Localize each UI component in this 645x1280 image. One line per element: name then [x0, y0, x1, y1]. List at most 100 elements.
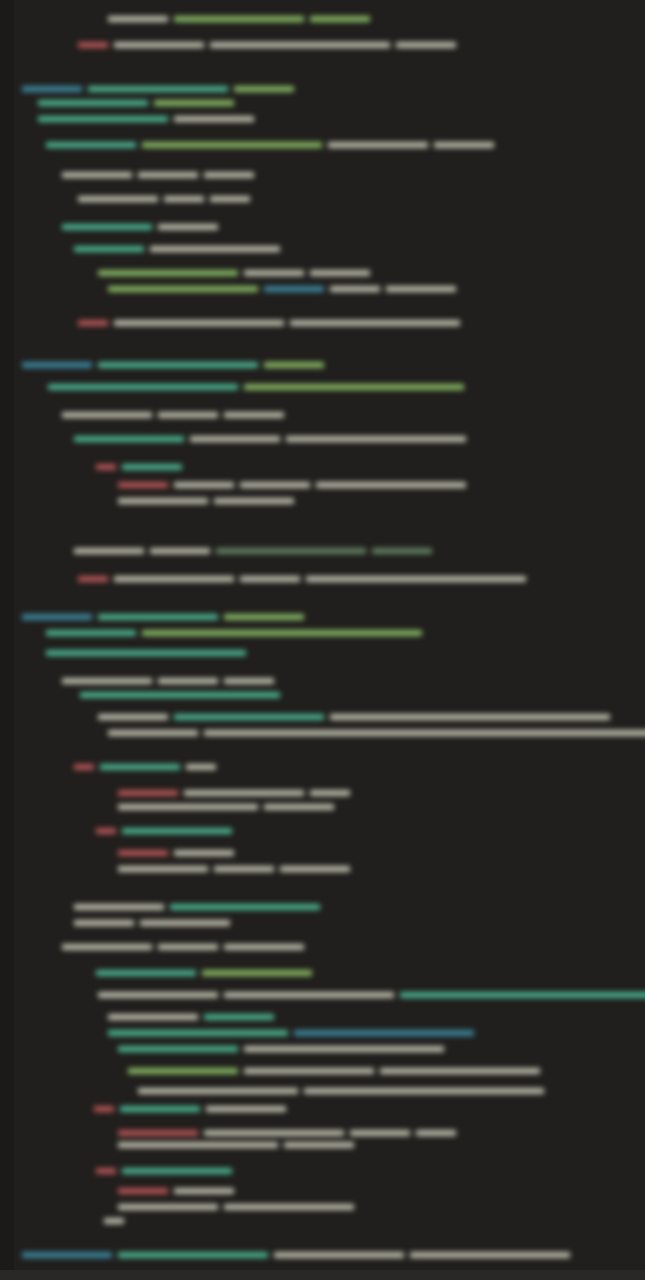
code-line: [80, 690, 280, 700]
code-token: [46, 650, 246, 656]
code-token: [38, 100, 148, 106]
code-token: [240, 576, 300, 582]
code-editor: [0, 0, 645, 1280]
code-line: [98, 712, 610, 722]
blurred-code-content: [18, 0, 645, 1280]
code-line: [74, 546, 432, 556]
code-line: [48, 382, 464, 392]
code-token: [164, 196, 204, 202]
code-token: [138, 172, 198, 178]
code-token: [214, 866, 274, 872]
code-token: [98, 992, 218, 998]
code-token: [150, 548, 210, 554]
code-line: [46, 648, 246, 658]
code-line: [118, 788, 350, 798]
code-line: [74, 434, 466, 444]
code-token: [108, 730, 198, 736]
code-token: [304, 1088, 544, 1094]
code-token: [280, 866, 350, 872]
code-token: [158, 944, 218, 950]
code-token: [62, 224, 152, 230]
code-line: [94, 1104, 286, 1114]
code-token: [310, 16, 370, 22]
code-token: [96, 464, 116, 470]
code-line: [62, 410, 284, 420]
code-token: [286, 436, 466, 442]
code-token: [372, 548, 432, 554]
code-token: [328, 142, 428, 148]
code-line: [22, 1250, 570, 1260]
code-token: [330, 714, 610, 720]
code-token: [410, 1252, 570, 1258]
code-token: [104, 1218, 124, 1224]
code-token: [78, 196, 158, 202]
code-token: [118, 1046, 238, 1052]
code-token: [380, 1068, 540, 1074]
code-token: [310, 270, 370, 276]
code-token: [62, 172, 132, 178]
code-token: [96, 1168, 116, 1174]
code-token: [74, 548, 144, 554]
code-token: [62, 678, 152, 684]
code-token: [38, 116, 168, 122]
code-token: [114, 42, 204, 48]
code-token: [118, 850, 168, 856]
code-token: [306, 576, 526, 582]
code-line: [78, 194, 250, 204]
code-token: [350, 1130, 410, 1136]
code-token: [118, 1142, 278, 1148]
code-line: [96, 826, 232, 836]
code-token: [120, 1106, 200, 1112]
code-line: [108, 1012, 274, 1022]
code-token: [204, 1130, 344, 1136]
code-token: [122, 828, 232, 834]
code-token: [118, 804, 258, 810]
code-line: [118, 848, 234, 858]
code-token: [434, 142, 494, 148]
code-line: [74, 244, 280, 254]
code-token: [396, 42, 456, 48]
code-token: [204, 172, 254, 178]
code-token: [118, 1130, 198, 1136]
code-line: [78, 574, 526, 584]
code-token: [128, 1068, 238, 1074]
code-token: [74, 920, 134, 926]
code-token: [118, 1204, 218, 1210]
code-line: [22, 612, 304, 622]
code-token: [204, 730, 645, 736]
code-line: [108, 284, 456, 294]
code-token: [158, 224, 218, 230]
code-token: [108, 1030, 288, 1036]
code-token: [264, 286, 324, 292]
bottom-strip: [0, 1270, 645, 1280]
code-token: [118, 1188, 168, 1194]
code-line: [118, 1044, 444, 1054]
code-token: [108, 1014, 198, 1020]
code-token: [316, 482, 466, 488]
code-token: [78, 576, 108, 582]
code-token: [142, 142, 322, 148]
code-token: [118, 790, 178, 796]
code-line: [62, 676, 274, 686]
line-gutter: [0, 0, 14, 1280]
code-token: [74, 246, 144, 252]
code-line: [22, 360, 324, 370]
code-token: [240, 482, 310, 488]
code-line: [38, 98, 234, 108]
code-token: [274, 1252, 404, 1258]
code-token: [294, 1030, 474, 1036]
code-token: [234, 86, 294, 92]
code-token: [22, 1252, 112, 1258]
code-token: [88, 86, 228, 92]
code-token: [46, 142, 136, 148]
code-token: [96, 828, 116, 834]
code-line: [104, 1216, 124, 1226]
code-token: [190, 436, 280, 442]
code-line: [118, 480, 466, 490]
code-token: [216, 548, 366, 554]
code-token: [202, 970, 312, 976]
code-line: [128, 1066, 540, 1076]
code-line: [118, 864, 350, 874]
code-token: [310, 790, 350, 796]
code-token: [22, 614, 92, 620]
